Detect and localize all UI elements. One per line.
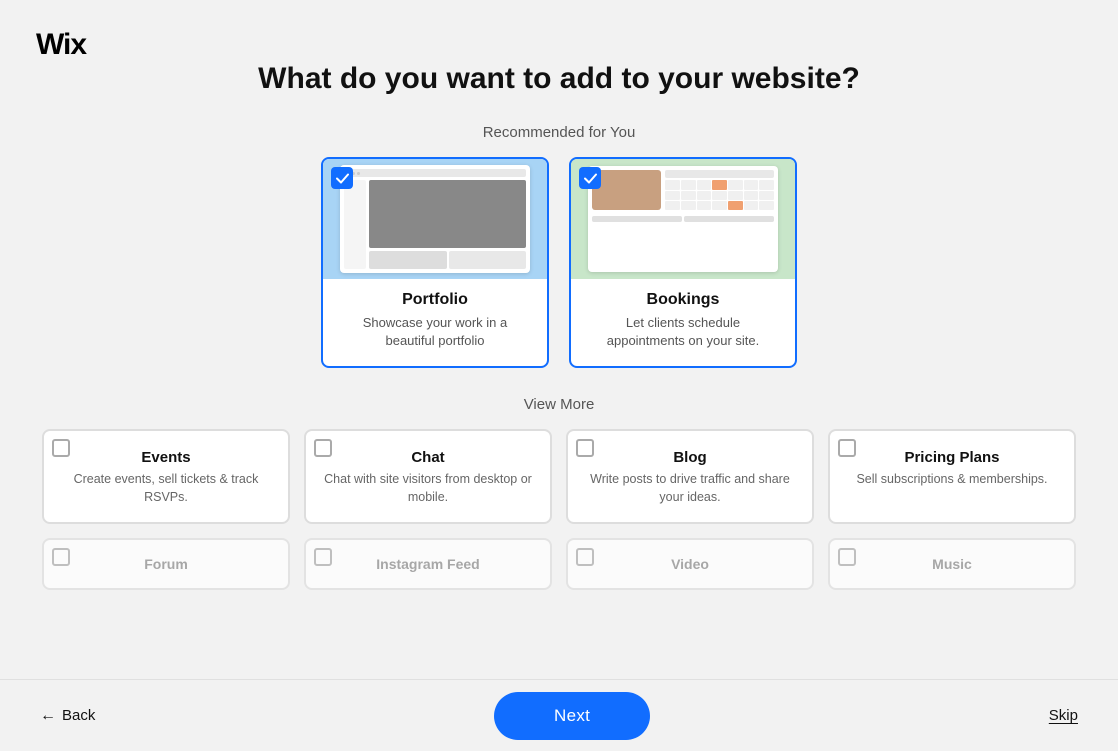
blog-title: Blog (584, 449, 796, 466)
forum-checkbox (52, 548, 70, 566)
card-blog[interactable]: Blog Write posts to drive traffic and sh… (566, 429, 814, 524)
events-desc: Create events, sell tickets & track RSVP… (60, 471, 272, 506)
chat-checkbox (314, 439, 332, 457)
music-title: Music (846, 556, 1058, 572)
card-pricing-plans[interactable]: Pricing Plans Sell subscriptions & membe… (828, 429, 1076, 524)
bookings-title: Bookings (587, 291, 779, 309)
next-button[interactable]: Next (494, 692, 650, 740)
portfolio-checkbox (331, 167, 353, 189)
card-forum[interactable]: Forum (42, 538, 290, 590)
card-chat[interactable]: Chat Chat with site visitors from deskto… (304, 429, 552, 524)
bookings-checkbox (579, 167, 601, 189)
pricing-plans-checkbox (838, 439, 856, 457)
chat-desc: Chat with site visitors from desktop or … (322, 471, 534, 506)
wix-logo: Wix (36, 28, 86, 62)
bookings-info: Bookings Let clients schedule appointmen… (571, 279, 795, 366)
pricing-plans-title: Pricing Plans (846, 449, 1058, 466)
bookings-desc: Let clients schedule appointments on you… (587, 314, 779, 350)
back-button[interactable]: ← Back (40, 707, 95, 725)
portfolio-desc: Showcase your work in a beautiful portfo… (339, 314, 531, 350)
portfolio-thumbnail (323, 159, 547, 279)
back-arrow-icon: ← (40, 707, 56, 725)
chat-title: Chat (322, 449, 534, 466)
card-instagram-feed[interactable]: Instagram Feed (304, 538, 552, 590)
portfolio-info: Portfolio Showcase your work in a beauti… (323, 279, 547, 366)
card-video[interactable]: Video (566, 538, 814, 590)
music-checkbox (838, 548, 856, 566)
bookings-thumbnail (571, 159, 795, 279)
card-bookings[interactable]: Bookings Let clients schedule appointmen… (569, 157, 797, 368)
blog-desc: Write posts to drive traffic and share y… (584, 471, 796, 506)
skip-button[interactable]: Skip (1049, 707, 1078, 724)
bottom-bar: ← Back Next Skip (0, 679, 1118, 751)
portfolio-title: Portfolio (339, 291, 531, 309)
pricing-plans-desc: Sell subscriptions & memberships. (846, 471, 1058, 489)
card-music[interactable]: Music (828, 538, 1076, 590)
events-title: Events (60, 449, 272, 466)
instagram-feed-checkbox (314, 548, 332, 566)
recommended-cards-row: Portfolio Showcase your work in a beauti… (321, 157, 797, 368)
forum-title: Forum (60, 556, 272, 572)
recommended-label: Recommended for You (483, 124, 636, 141)
card-portfolio[interactable]: Portfolio Showcase your work in a beauti… (321, 157, 549, 368)
page-title: What do you want to add to your website? (258, 62, 860, 96)
more-cards-row1: Events Create events, sell tickets & tra… (42, 429, 1076, 524)
back-label: Back (62, 707, 95, 724)
video-checkbox (576, 548, 594, 566)
events-checkbox (52, 439, 70, 457)
main-content: What do you want to add to your website?… (0, 0, 1118, 604)
blog-checkbox (576, 439, 594, 457)
instagram-feed-title: Instagram Feed (322, 556, 534, 572)
video-title: Video (584, 556, 796, 572)
more-cards-row2: Forum Instagram Feed Video Music (42, 538, 1076, 590)
card-events[interactable]: Events Create events, sell tickets & tra… (42, 429, 290, 524)
view-more-label: View More (524, 396, 595, 413)
